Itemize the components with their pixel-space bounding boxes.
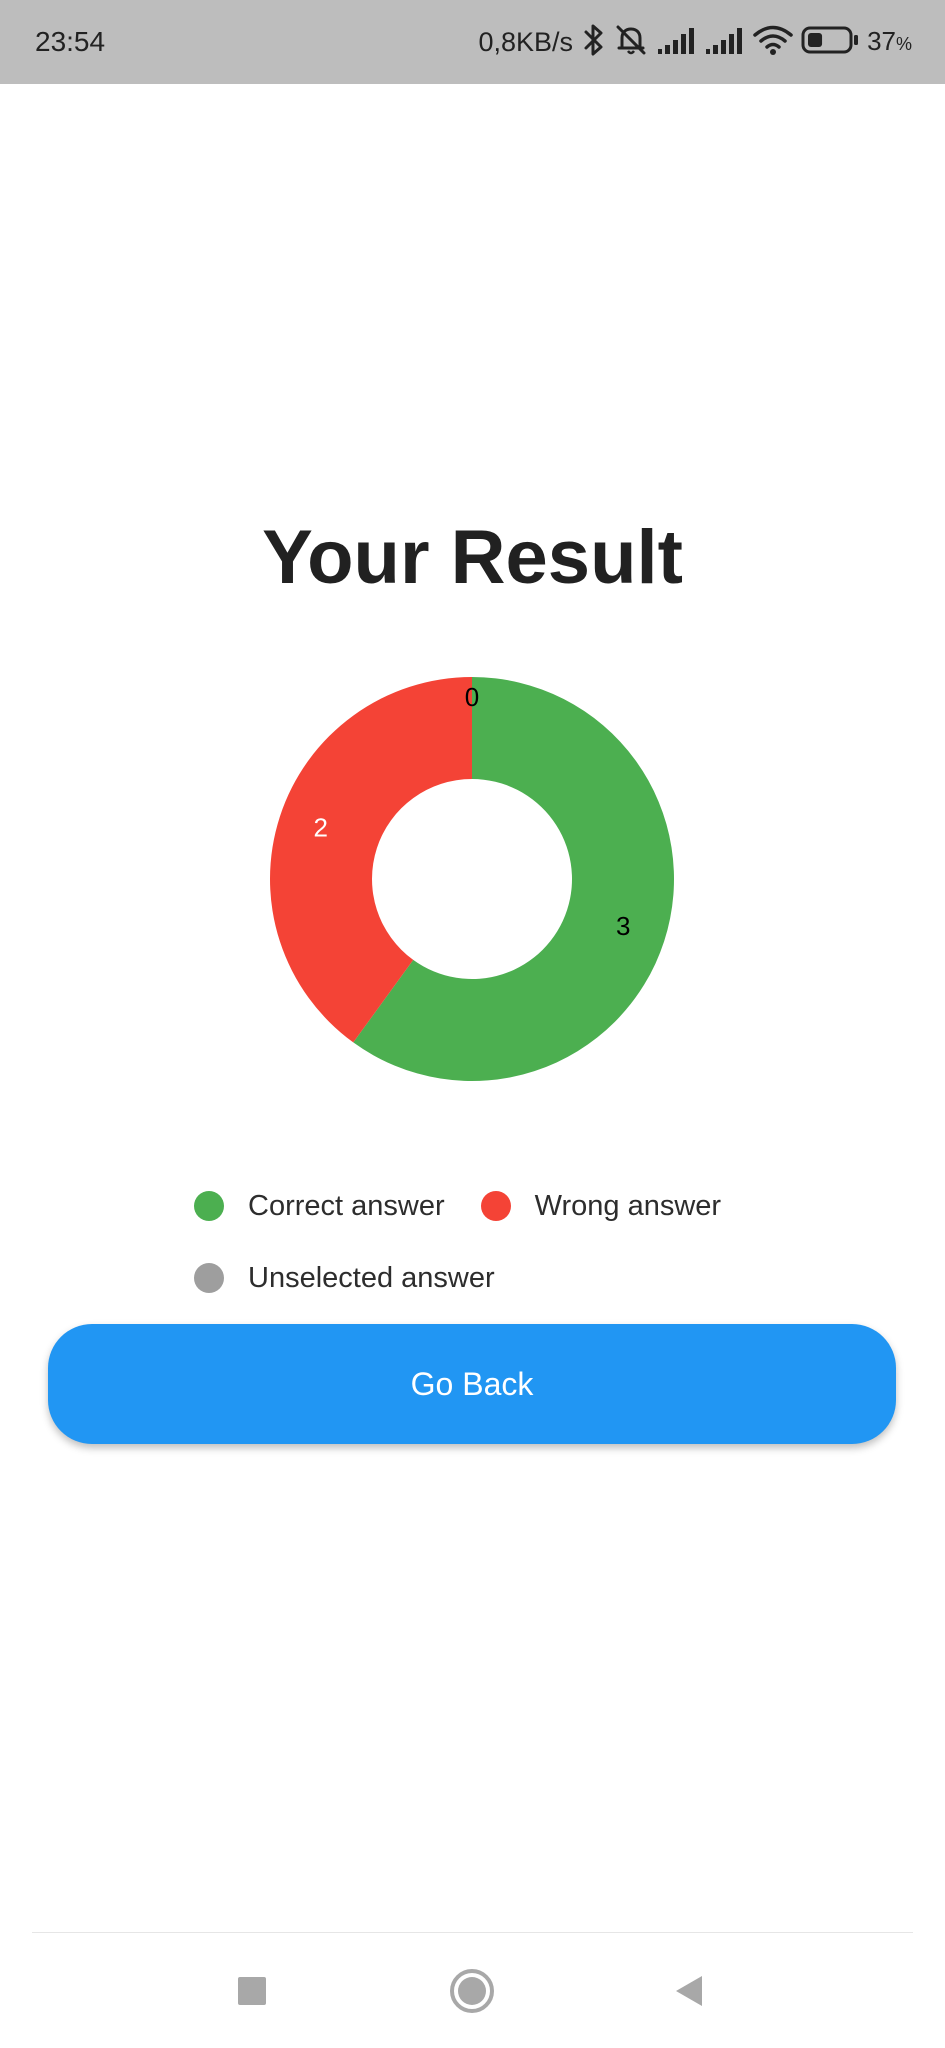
signal-icon	[657, 25, 697, 60]
slice-label-wrong: 2	[314, 813, 328, 843]
legend-dot-wrong	[480, 1191, 511, 1221]
chart-legend: Correct answer Wrong answer Unselected a…	[194, 1178, 814, 1322]
result-donut-chart: 3 2 0	[265, 672, 679, 1086]
battery-percentage: 37%	[867, 25, 912, 56]
legend-row: Unselected answer	[194, 1250, 814, 1306]
slice-label-unselected: 0	[465, 682, 479, 712]
go-back-button[interactable]: Go Back	[48, 1324, 896, 1444]
legend-label-unselected: Unselected answer	[248, 1261, 495, 1294]
wifi-icon	[753, 24, 793, 61]
network-speed: 0,8KB/s	[478, 27, 574, 57]
home-button[interactable]	[444, 1963, 500, 2019]
legend-item-unselected: Unselected answer	[194, 1262, 495, 1295]
status-time: 23:54	[35, 26, 106, 57]
back-button[interactable]	[662, 1963, 718, 2019]
navigation-bar	[0, 1933, 945, 2048]
recents-icon	[238, 1977, 266, 2005]
mute-icon	[613, 22, 649, 63]
legend-dot-correct	[194, 1191, 224, 1221]
legend-label-wrong: Wrong answer	[534, 1189, 722, 1222]
legend-item-wrong: Wrong answer	[480, 1189, 722, 1223]
legend-item-correct: Correct answer	[194, 1190, 445, 1223]
page-title: Your Result	[262, 515, 683, 600]
recents-button[interactable]	[224, 1963, 280, 2019]
result-screen: 23:54 0,8KB/s 37% Your Result 3 2 0 Corr…	[0, 0, 945, 2048]
slice-label-correct: 3	[616, 911, 630, 941]
signal-icon	[705, 25, 745, 60]
battery-icon	[801, 25, 859, 60]
legend-row: Correct answer Wrong answer	[194, 1178, 814, 1234]
back-icon	[676, 1976, 702, 2006]
legend-dot-unselected	[194, 1263, 224, 1293]
status-icons: 0,8KB/s 37%	[478, 20, 912, 64]
legend-label-correct: Correct answer	[248, 1189, 445, 1222]
home-icon	[450, 1969, 494, 2013]
bluetooth-icon	[583, 23, 605, 62]
donut-chart-svg: 3 2 0	[270, 677, 674, 1081]
status-bar: 23:54 0,8KB/s 37%	[0, 0, 945, 84]
